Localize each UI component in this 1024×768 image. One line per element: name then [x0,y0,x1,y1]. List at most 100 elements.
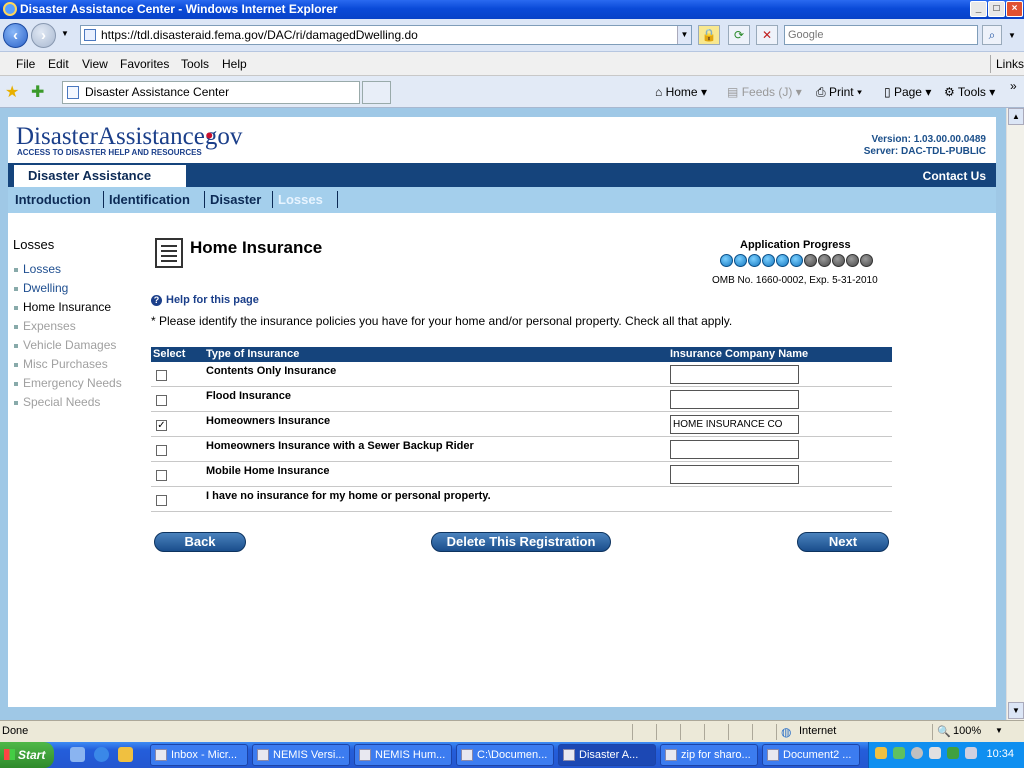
tray-icon[interactable] [965,747,977,759]
minimize-button[interactable]: _ [970,1,987,17]
instruction-text: * Please identify the insurance policies… [151,314,733,328]
left-nav-label: Home Insurance [23,300,112,314]
taskbar-button[interactable]: zip for sharo... [660,744,758,766]
company-name-input[interactable] [670,365,799,384]
menu-help[interactable]: Help [222,57,247,71]
taskbar-button[interactable]: Inbox - Micr... [150,744,248,766]
history-dropdown-icon[interactable]: ▼ [61,29,69,38]
company-name-input[interactable] [670,465,799,484]
company-name-input[interactable] [670,390,799,409]
scroll-down-icon[interactable]: ▼ [1008,702,1024,719]
browser-tab[interactable]: Disaster Assistance Center [62,81,360,104]
tab-introduction[interactable]: Introduction [15,192,91,207]
menu-tools[interactable]: Tools [181,57,209,71]
tab-identification[interactable]: Identification [109,192,190,207]
app-icon [461,749,473,761]
scroll-up-icon[interactable]: ▲ [1008,108,1024,125]
home-button[interactable]: ⌂ Home ▾ [655,85,707,99]
start-button[interactable]: Start [0,742,54,768]
tray-icon[interactable] [947,747,959,759]
back-button[interactable]: Back [154,532,246,552]
search-options-icon[interactable]: ▼ [1008,31,1016,40]
vertical-scrollbar[interactable]: ▲ ▼ [1006,108,1024,720]
menu-view[interactable]: View [82,57,108,71]
company-name-input[interactable] [670,440,799,459]
select-checkbox[interactable] [156,495,167,506]
back-arrow-icon[interactable]: ‹ [3,23,28,48]
left-nav-item[interactable]: Losses [14,262,61,276]
feeds-button[interactable]: ▤ Feeds (J) ▾ [727,85,802,99]
taskbar-button[interactable]: NEMIS Hum... [354,744,452,766]
menu-bar: File Edit View Favorites Tools Help Link… [0,52,1024,76]
help-link[interactable]: ? Help for this page [151,294,259,306]
column-header-company: Insurance Company Name [670,348,809,360]
select-checkbox[interactable] [156,470,167,481]
taskbar-button-label: NEMIS Hum... [375,749,446,761]
company-name-input[interactable]: HOME INSURANCE CO [670,415,799,434]
next-button[interactable]: Next [797,532,889,552]
bullet-icon [14,324,18,329]
add-favorite-icon[interactable]: ✚ [31,82,44,102]
lock-icon[interactable]: 🔒 [698,25,720,45]
links-button[interactable]: Links [996,57,1024,71]
taskbar-button[interactable]: C:\Documen... [456,744,554,766]
forward-arrow-icon[interactable]: › [31,23,56,48]
favorites-star-icon[interactable]: ★ [5,82,19,102]
left-nav-label: Vehicle Damages [23,338,117,352]
help-icon: ? [151,295,162,306]
site-logo[interactable]: DisasterAssistance • gov [16,123,242,151]
select-checkbox[interactable] [156,445,167,456]
select-checkbox[interactable]: ✓ [156,420,167,431]
address-bar-row: ‹ › ▼ https://tdl.disasteraid.fema.gov/D… [0,19,1024,52]
maximize-button[interactable]: □ [988,1,1005,17]
menu-file[interactable]: File [16,57,35,71]
tray-icon[interactable] [875,747,887,759]
server-text: Server: DAC-TDL-PUBLIC [863,146,986,157]
left-nav-item[interactable]: Dwelling [14,281,68,295]
left-nav-item[interactable]: Home Insurance [14,300,111,314]
table-body: Contents Only Insurance Flood Insurance ✓ H… [151,362,892,512]
status-bar: Done ◍ Internet 🔍 100% ▼ [0,720,1024,742]
home-icon: ⌂ [655,85,663,99]
stop-icon[interactable]: ✕ [756,25,778,45]
taskbar-button[interactable]: Document2 ... [762,744,860,766]
tools-menu-button[interactable]: ⚙ Tools ▾ [944,85,995,99]
feeds-icon: ▤ [727,85,739,99]
new-tab-button[interactable] [362,81,391,104]
select-checkbox[interactable] [156,395,167,406]
tray-icon[interactable] [911,747,923,759]
status-text: Done [2,725,29,737]
delete-registration-button[interactable]: Delete This Registration [431,532,611,552]
quicklaunch-desktop-icon[interactable] [70,747,85,762]
app-icon [257,749,269,761]
refresh-icon[interactable]: ⟳ [728,25,750,45]
progress-step-pending [846,254,859,267]
select-checkbox[interactable] [156,370,167,381]
page-menu-button[interactable]: ▯ Page ▾ [884,85,931,99]
menu-edit[interactable]: Edit [48,57,69,71]
search-go-icon[interactable]: ⌕ [982,25,1002,45]
chevron-more-icon[interactable]: » [1010,79,1017,93]
zoom-control[interactable]: 🔍 100% ▼ [932,724,1024,740]
tray-icon[interactable] [929,747,941,759]
progress-indicator [720,254,890,268]
taskbar-button[interactable]: NEMIS Versi... [252,744,350,766]
tab-losses[interactable]: Losses [278,192,323,207]
menu-favorites[interactable]: Favorites [120,57,169,71]
tray-icon[interactable] [893,747,905,759]
progress-step-complete [720,254,733,267]
url-field[interactable]: https://tdl.disasteraid.fema.gov/DAC/ri/… [80,25,692,45]
search-input[interactable]: Google [784,25,978,45]
window-title-bar[interactable]: Disaster Assistance Center - Windows Int… [0,0,1024,19]
contact-us-link[interactable]: Contact Us [923,169,986,183]
left-nav-item: Expenses [14,319,76,333]
ie-logo-icon [3,2,17,16]
quicklaunch-outlook-icon[interactable] [118,747,133,762]
quicklaunch-ie-icon[interactable] [94,747,109,762]
tab-disaster[interactable]: Disaster [210,192,261,207]
print-button[interactable]: ⎙ Print ▾ [816,85,862,100]
left-nav-label: Misc Purchases [23,357,108,371]
close-button[interactable]: × [1006,1,1023,17]
url-dropdown-icon[interactable]: ▼ [677,26,691,44]
taskbar-button[interactable]: Disaster A... [558,744,656,766]
